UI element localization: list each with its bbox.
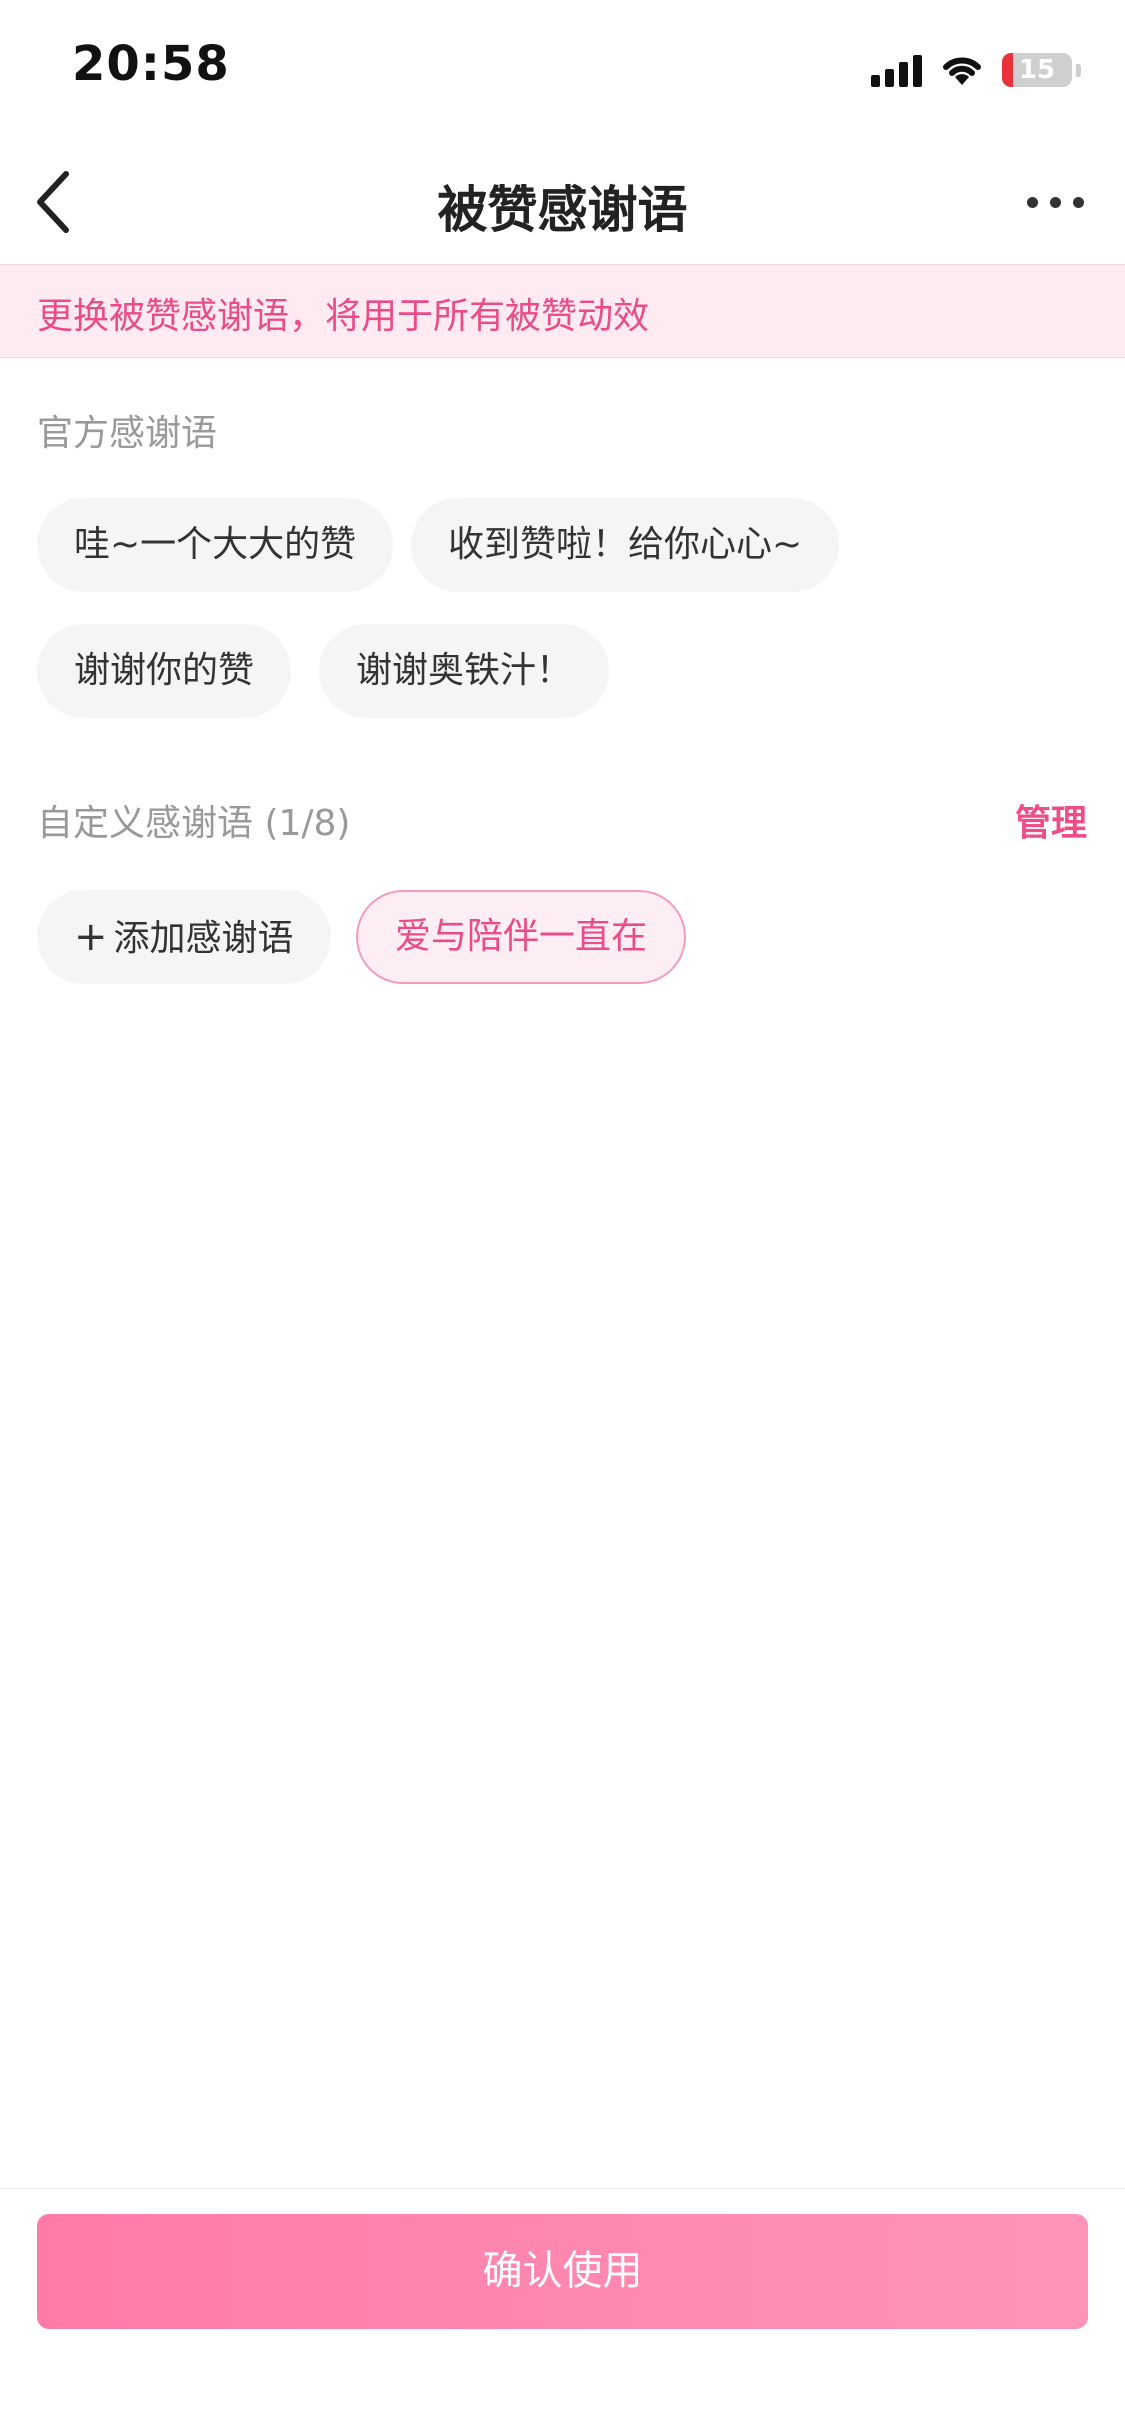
plus-icon: +: [74, 914, 108, 960]
add-thanks-button[interactable]: + 添加感谢语: [37, 890, 331, 984]
cellular-signal-icon: [871, 53, 922, 87]
custom-section-label: 自定义感谢语 (1/8): [37, 803, 351, 844]
more-button[interactable]: [1015, 172, 1095, 232]
more-dot: [1049, 196, 1061, 208]
more-horizontal-icon: [1026, 196, 1038, 208]
page-title: 被赞感谢语: [437, 181, 688, 239]
banner-text: 更换被赞感谢语，将用于所有被赞动效: [37, 296, 650, 337]
official-section-label: 官方感谢语: [37, 413, 218, 454]
info-banner: 更换被赞感谢语，将用于所有被赞动效: [0, 264, 1125, 358]
wifi-icon: [943, 57, 981, 85]
status-time: 20:58: [72, 36, 230, 92]
custom-chip-selected[interactable]: 爱与陪伴一直在: [356, 890, 687, 984]
battery-percent: 15: [1018, 55, 1056, 85]
official-chip[interactable]: 谢谢奥铁汁！: [319, 624, 610, 718]
battery-icon: 15: [1002, 53, 1072, 87]
add-thanks-label: 添加感谢语: [113, 918, 294, 959]
navigation-bar: 被赞感谢语: [0, 140, 1125, 264]
battery-cap: [1076, 63, 1081, 77]
status-icons: 15: [871, 48, 1081, 92]
official-chip[interactable]: 谢谢你的赞: [37, 624, 292, 718]
official-chip[interactable]: 哇~一个大大的赞: [37, 498, 394, 592]
status-bar: 20:58 15: [0, 0, 1125, 140]
confirm-button[interactable]: 确认使用: [37, 2214, 1088, 2329]
bottom-divider: [0, 2188, 1125, 2189]
manage-button[interactable]: 管理: [1015, 794, 1087, 846]
official-chip[interactable]: 收到赞啦！给你心心~: [411, 498, 840, 592]
more-dot: [1072, 196, 1084, 208]
